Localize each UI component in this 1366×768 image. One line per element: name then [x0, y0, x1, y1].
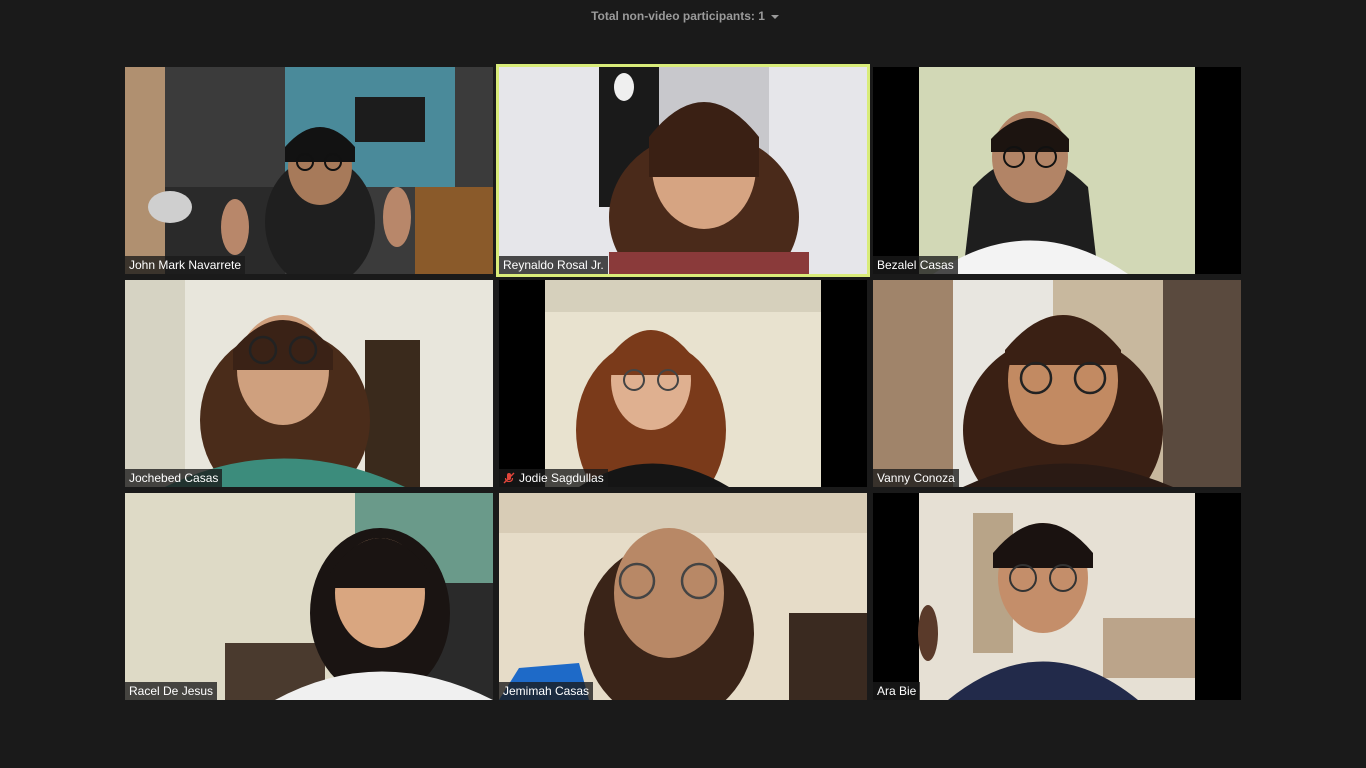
participant-video [873, 493, 1241, 700]
chevron-down-icon [770, 14, 779, 19]
participant-video [499, 493, 867, 700]
video-tile[interactable]: Racel De Jesus [125, 493, 493, 700]
top-bar: Total non-video participants: 1 [0, 0, 1366, 32]
participant-video [125, 493, 493, 700]
participant-name: Ara Bie [877, 684, 917, 698]
participant-name: John Mark Navarrete [129, 258, 242, 272]
participant-video [499, 67, 867, 274]
participant-name-tag: John Mark Navarrete [125, 256, 246, 274]
video-tile[interactable]: Jochebed Casas [125, 280, 493, 487]
participant-name-tag: Ara Bie [873, 682, 921, 700]
participant-name: Jemimah Casas [503, 684, 590, 698]
participant-name: Vanny Conoza [877, 471, 955, 485]
participant-name-tag: Bezalel Casas [873, 256, 958, 274]
video-tile[interactable]: Vanny Conoza [873, 280, 1241, 487]
participant-name: Reynaldo Rosal Jr. [503, 258, 604, 272]
non-video-participants-label: Total non-video participants: 1 [591, 9, 765, 23]
video-tile[interactable]: Bezalel Casas [873, 67, 1241, 274]
participant-video [125, 280, 493, 487]
participant-name-tag: Vanny Conoza [873, 469, 959, 487]
video-tile[interactable]: Jemimah Casas [499, 493, 867, 700]
participant-video [125, 67, 493, 274]
video-tile[interactable]: John Mark Navarrete [125, 67, 493, 274]
gallery-view-grid: John Mark Navarrete Reynaldo Rosal Jr. B… [125, 64, 1241, 700]
participant-name-tag: Reynaldo Rosal Jr. [499, 256, 608, 274]
mic-muted-icon [503, 472, 515, 484]
participant-video [499, 280, 867, 487]
participant-video [873, 280, 1241, 487]
non-video-participants-dropdown[interactable]: Total non-video participants: 1 [591, 9, 779, 23]
participant-name-tag: Racel De Jesus [125, 682, 218, 700]
participant-name-tag: Jemimah Casas [499, 682, 594, 700]
video-tile[interactable]: Ara Bie [873, 493, 1241, 700]
participant-name-tag: Jodie Sagdullas [499, 469, 608, 487]
participant-name: Jochebed Casas [129, 471, 219, 485]
participant-name: Jodie Sagdullas [519, 471, 604, 485]
participant-name-tag: Jochebed Casas [125, 469, 223, 487]
video-tile-active-speaker[interactable]: Reynaldo Rosal Jr. [496, 64, 870, 277]
participant-name: Bezalel Casas [877, 258, 954, 272]
video-tile[interactable]: Jodie Sagdullas [499, 280, 867, 487]
participant-video [873, 67, 1241, 274]
participant-name: Racel De Jesus [129, 684, 214, 698]
